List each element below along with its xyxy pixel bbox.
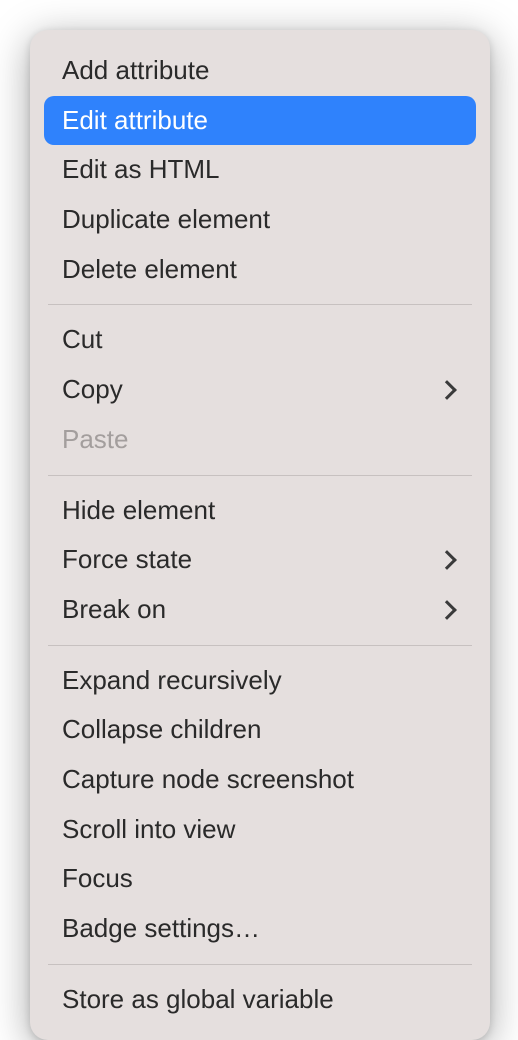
- menu-item-hide-element[interactable]: Hide element: [44, 486, 476, 536]
- menu-item-badge-settings[interactable]: Badge settings…: [44, 904, 476, 954]
- menu-item-label: Duplicate element: [62, 201, 270, 239]
- chevron-right-icon: [437, 380, 457, 400]
- menu-item-label: Edit as HTML: [62, 151, 220, 189]
- menu-separator: [48, 475, 472, 476]
- menu-item-edit-as-html[interactable]: Edit as HTML: [44, 145, 476, 195]
- menu-item-break-on[interactable]: Break on: [44, 585, 476, 635]
- menu-item-collapse-children[interactable]: Collapse children: [44, 705, 476, 755]
- menu-item-cut[interactable]: Cut: [44, 315, 476, 365]
- menu-item-focus[interactable]: Focus: [44, 854, 476, 904]
- menu-item-label: Focus: [62, 860, 133, 898]
- menu-item-label: Expand recursively: [62, 662, 282, 700]
- menu-item-duplicate-element[interactable]: Duplicate element: [44, 195, 476, 245]
- menu-separator: [48, 645, 472, 646]
- menu-item-label: Paste: [62, 421, 129, 459]
- menu-item-force-state[interactable]: Force state: [44, 535, 476, 585]
- menu-item-label: Capture node screenshot: [62, 761, 354, 799]
- menu-item-delete-element[interactable]: Delete element: [44, 245, 476, 295]
- chevron-right-icon: [437, 550, 457, 570]
- menu-item-label: Add attribute: [62, 52, 209, 90]
- menu-item-label: Copy: [62, 371, 123, 409]
- menu-item-capture-node-screenshot[interactable]: Capture node screenshot: [44, 755, 476, 805]
- menu-item-label: Hide element: [62, 492, 215, 530]
- menu-item-label: Badge settings…: [62, 910, 260, 948]
- menu-item-edit-attribute[interactable]: Edit attribute: [44, 96, 476, 146]
- menu-item-label: Cut: [62, 321, 102, 359]
- context-menu: Add attribute Edit attribute Edit as HTM…: [30, 30, 490, 1040]
- menu-item-store-as-global-variable[interactable]: Store as global variable: [44, 975, 476, 1025]
- menu-item-label: Scroll into view: [62, 811, 235, 849]
- chevron-right-icon: [437, 600, 457, 620]
- menu-separator: [48, 304, 472, 305]
- menu-item-expand-recursively[interactable]: Expand recursively: [44, 656, 476, 706]
- menu-item-label: Store as global variable: [62, 981, 334, 1019]
- menu-item-paste: Paste: [44, 415, 476, 465]
- menu-item-label: Collapse children: [62, 711, 261, 749]
- menu-item-label: Break on: [62, 591, 166, 629]
- menu-item-scroll-into-view[interactable]: Scroll into view: [44, 805, 476, 855]
- menu-item-label: Edit attribute: [62, 102, 208, 140]
- menu-separator: [48, 964, 472, 965]
- menu-item-copy[interactable]: Copy: [44, 365, 476, 415]
- menu-item-label: Delete element: [62, 251, 237, 289]
- menu-item-add-attribute[interactable]: Add attribute: [44, 46, 476, 96]
- menu-item-label: Force state: [62, 541, 192, 579]
